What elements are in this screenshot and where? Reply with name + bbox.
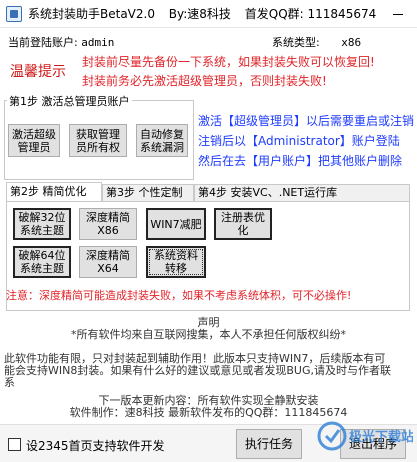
run-task-button[interactable]: 执行任务: [236, 429, 302, 459]
win7-slim-button[interactable]: WIN7减肥: [146, 208, 206, 240]
tab-step3[interactable]: 第3步 个性定制: [102, 184, 194, 201]
deep-slim-x64-button[interactable]: 深度精简 X64: [79, 246, 137, 278]
registry-optimize-button[interactable]: 注册表优 化: [214, 208, 272, 240]
warning-text: 注意：深度精简可能造成封装失败，如果不考虑系统体积，可不必操作!: [6, 289, 352, 302]
tab-step4[interactable]: 第4步 安装VC、.NET运行库: [194, 184, 410, 201]
account-value: admin: [81, 36, 115, 49]
repair-system-button[interactable]: 自动修复 系统漏洞: [136, 124, 188, 157]
qq-group: 首发QQ群: 111845674: [244, 7, 377, 21]
window-title: 系统封装助手BetaV2.0 By:速8科技 首发QQ群: 111845674: [28, 5, 386, 22]
notice-line-3: 能会支持WIN8封装。如果有什么好的建议或意见或者发现BUG,请及时与作者联: [4, 364, 391, 377]
app-name: 系统封装助手BetaV2.0: [28, 7, 155, 21]
step1-help-1: 激活【超级管理员】以后需要重启或注销: [198, 114, 415, 128]
account-label: 当前登陆账户:: [8, 36, 78, 49]
account-row: 当前登陆账户: admin: [8, 34, 114, 50]
system-type-label: 系统类型:: [272, 36, 320, 49]
crack-64bit-theme-button[interactable]: 破解64位 系统主题: [13, 246, 71, 278]
step1-help-3: 然后在去【用户账户】把其他账户删除: [198, 154, 403, 168]
tab-step2[interactable]: 第2步 精简优化: [6, 182, 102, 201]
notice-panel: 声明 *所有软件均来自互联网搜集，本人不承担任何版权纠纷* 此软件功能有限，只对…: [0, 314, 417, 424]
deep-slim-x86-button[interactable]: 深度精简 X86: [79, 208, 137, 240]
tips-line-1: 封装前尽量先备份一下系统，如果封装失败可以恢复回!: [82, 55, 375, 69]
step1-title: 第1步 激活总管理员账户: [7, 93, 132, 109]
notice-line-1: *所有软件均来自互联网搜集，本人不承担任何版权纠纷*: [71, 328, 346, 341]
tab-strip: 第2步 精简优化 第3步 个性定制 第4步 安装VC、.NET运行库: [6, 182, 410, 201]
homepage-checkbox[interactable]: [8, 438, 21, 451]
crack-32bit-theme-button[interactable]: 破解32位 系统主题: [13, 208, 71, 240]
exit-button[interactable]: 退出程序: [340, 429, 406, 459]
take-ownership-button[interactable]: 获取管理 员所有权: [69, 124, 127, 157]
migrate-user-data-button[interactable]: 系统资料 转移: [146, 246, 206, 278]
app-author: By:速8科技: [168, 7, 231, 21]
notice-line-4: 系: [4, 376, 15, 389]
tips-line-2: 封装前务必先激活超级管理员，否则封装失败!: [82, 74, 327, 88]
homepage-checkbox-label: 设2345首页支持软件开发: [26, 439, 165, 453]
main-panel: 当前登陆账户: admin 系统类型: x86 温馨提示 封装前尽量先备份一下系…: [0, 28, 417, 462]
app-icon: [6, 5, 22, 22]
tips-label: 温馨提示: [10, 64, 66, 80]
system-type-value: x86: [341, 36, 362, 49]
activate-super-admin-button[interactable]: 激活超级 管理员: [8, 124, 60, 157]
bottom-bar: 设2345首页支持软件开发 执行任务 退出程序: [0, 424, 417, 462]
system-type-row: 系统类型: x86: [272, 34, 361, 50]
step1-help-2: 注销后以【Administrator】账户登陆: [198, 134, 400, 148]
minimize-button[interactable]: [381, 0, 415, 28]
notice-line-6: 软件制作：速8科技 最新软件发布的QQ群：111845674: [69, 406, 348, 419]
title-bar: 系统封装助手BetaV2.0 By:速8科技 首发QQ群: 111845674: [0, 0, 417, 28]
